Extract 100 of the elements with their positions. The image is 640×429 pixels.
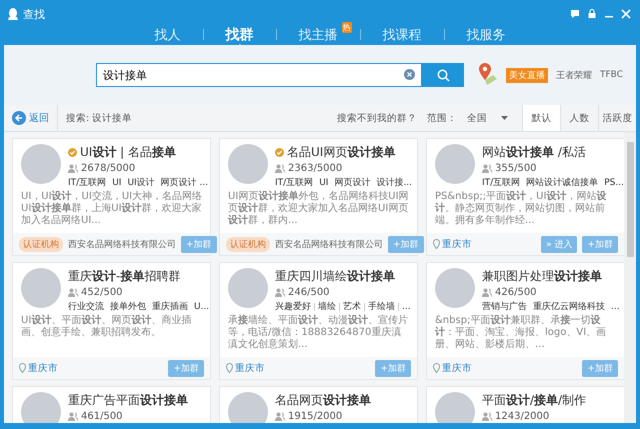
- close-icon[interactable]: [620, 8, 632, 20]
- nav-tab[interactable]: 找主播 热: [276, 24, 360, 45]
- group-tag: IT/互联网: [68, 176, 106, 189]
- lock-icon[interactable]: [586, 8, 598, 20]
- back-link[interactable]: 返回: [4, 105, 58, 131]
- member-count: 426/500: [495, 287, 537, 298]
- member-count: 1915/2000: [288, 411, 342, 422]
- group-title: UI设计 | 名品接单: [80, 144, 176, 161]
- group-description: UI网页设计接单外包，名品网络科技UI网页设计群，欢迎大家加入名品网络UI网页设计群，群内...: [226, 190, 410, 227]
- range-dropdown[interactable]: 全国: [467, 112, 508, 124]
- group-title: 平面设计/接单/制作: [482, 392, 586, 409]
- location-pin-icon: [433, 239, 440, 249]
- sort-tab[interactable]: 人数: [560, 105, 598, 131]
- members-icon: [482, 412, 492, 421]
- group-description: &nbsp;平面设计兼职群、承接一切设计：平面、淘宝、海报、logo、VI、画册、网站、影楼后期、...: [434, 314, 608, 351]
- location-text: 重庆市: [442, 238, 472, 250]
- sort-tab[interactable]: 默认: [522, 105, 560, 131]
- members-icon: [68, 412, 78, 421]
- group-avatar-placeholder: [228, 392, 268, 423]
- members-icon: [482, 164, 492, 173]
- group-tag: 墙绘: [318, 300, 336, 313]
- nav-tab[interactable]: 找群: [204, 24, 276, 45]
- app-logo-icon: [8, 8, 18, 20]
- organization-name: 西安名品网络科技有限公司: [275, 238, 383, 250]
- group-avatar-placeholder: [21, 392, 61, 423]
- group-tag: UI: [319, 178, 328, 188]
- group-tag: 重庆亿云网络科技: [533, 300, 605, 313]
- member-count: 461/500: [81, 411, 123, 422]
- clear-icon[interactable]: [404, 69, 415, 80]
- group-tag: U...: [194, 302, 210, 312]
- group-tag: IT/互联网: [482, 176, 520, 189]
- group-tag: 兴趣爱好: [275, 300, 311, 313]
- hot-search-link[interactable]: TFBC: [600, 70, 623, 80]
- group-tag: IT/互联网: [275, 176, 314, 189]
- search-icon: [436, 68, 450, 82]
- certified-badge: 认证机构: [19, 236, 63, 252]
- group-tag: PS...: [604, 178, 624, 188]
- group-avatar-placeholder: [435, 144, 475, 184]
- certified-badge: 认证机构: [226, 236, 270, 252]
- group-tag: UI设计: [127, 176, 155, 189]
- sort-tab[interactable]: 活跃度: [598, 105, 636, 131]
- caret-icon: [501, 116, 508, 120]
- group-card[interactable]: 名品网页设计接单 1915/2000: [219, 386, 418, 423]
- nav-tab[interactable]: 找课程: [360, 24, 444, 45]
- location-text: 重庆市: [28, 362, 58, 374]
- group-title: 重庆四川墙绘设计接单: [275, 268, 395, 285]
- group-tag: ...: [611, 302, 620, 312]
- hot-search-link[interactable]: 王者荣耀: [556, 68, 592, 82]
- search-query-text: 搜索: 设计接单: [65, 112, 134, 124]
- group-tag: 营销与广告: [482, 300, 527, 313]
- group-card[interactable]: 平面设计/接单/制作 1243/2000: [426, 386, 624, 423]
- search-button[interactable]: [422, 63, 464, 87]
- nav-tab[interactable]: 找人: [132, 24, 202, 45]
- scrollbar[interactable]: [624, 132, 636, 423]
- members-icon: [275, 164, 285, 173]
- window-title: 查找: [23, 6, 45, 22]
- member-count: 2363/5000: [288, 163, 342, 174]
- location-text: 重庆市: [442, 362, 472, 374]
- members-icon: [68, 164, 78, 173]
- nav-tab[interactable]: 找服务: [444, 24, 528, 45]
- location-text: 重庆市: [235, 362, 265, 374]
- members-icon: [275, 412, 285, 421]
- map-pin-icon[interactable]: [478, 63, 498, 87]
- feedback-icon[interactable]: [569, 8, 581, 20]
- group-description: 承接墙绘、平面设计、动漫设计、宣传片等，电话/微信：18883264870重庆滇滇文化创意策划...: [227, 314, 409, 351]
- group-card[interactable]: 兼职图片处理设计接单 426/500 营销与广告 重庆亿云网络科技 ... &nbsp;平面设计兼职群、承接一切设计：平面、淘宝、海报、logo、VI、画册、网站、影楼后期、... 重庆市 +加群: [426, 262, 624, 380]
- group-tag: 网页设计 ...: [160, 176, 208, 189]
- group-title: 重庆设计-接单招聘群: [68, 268, 180, 285]
- members-icon: [482, 288, 492, 297]
- location-pin-icon: [433, 363, 440, 373]
- search-field[interactable]: 设计接单: [96, 63, 422, 87]
- group-tag: 接单外包: [110, 300, 146, 313]
- group-tag: 手绘墙: [368, 300, 395, 313]
- group-description: UI，UI设计，UI交流，UI大神，名品网络UI设计接单群，上海UI设计群，欢迎大家加入名品网络UI...: [20, 190, 204, 227]
- group-title: 名品网页设计接单: [275, 392, 371, 409]
- group-title: 网站设计接单 /私活: [482, 144, 586, 161]
- member-count: 1243/2000: [495, 411, 550, 422]
- group-description: PS&nbsp;;平面设计，UI设计，网站设计。静态网页制作，网站切图，网站前端。拥有多年制作经...: [434, 190, 608, 227]
- group-avatar-placeholder: [435, 392, 475, 423]
- group-title: 兼职图片处理设计接单: [482, 268, 602, 285]
- group-tag: 行业交流: [68, 300, 104, 313]
- group-title: 重庆广告平面设计接单: [68, 392, 188, 409]
- group-avatar-placeholder: [228, 268, 268, 308]
- group-avatar-placeholder: [21, 144, 61, 184]
- group-tag: 网页设计: [334, 176, 370, 189]
- group-card[interactable]: 重庆设计-接单招聘群 452/500 行业交流 接单外包 重庆插画 U... UI设计、平面设计、网页设计、商业插画、创意手绘、兼职招聘发布。 重庆市 +加群: [12, 262, 211, 380]
- organization-name: 西安名品网络科技有限公司: [68, 238, 176, 250]
- member-count: 355/500: [495, 163, 537, 174]
- group-avatar-placeholder: [228, 144, 268, 184]
- group-title: 名品UI网页设计接单: [287, 144, 396, 161]
- members-icon: [275, 288, 285, 297]
- group-tag: 艺术: [343, 300, 361, 313]
- group-tag: 设计接...: [376, 176, 412, 189]
- hot-badge: 热: [342, 22, 352, 33]
- group-card[interactable]: 重庆四川墙绘设计接单 246/500 兴趣爱好 墙绘 艺术 手绘墙 ... 承接墙绘、平面设计、动漫设计、宣传片等，电话/微信：18883264870重庆滇滇文化创意策划... 重庆市 +加群: [219, 262, 418, 380]
- group-tag: 重庆插画: [152, 300, 188, 313]
- location-pin-icon: [19, 363, 26, 373]
- group-description: UI设计、平面设计、网页设计、商业插画、创意手绘、兼职招聘发布。: [20, 314, 192, 339]
- help-link[interactable]: 搜索不到我的群？: [337, 112, 417, 124]
- group-card[interactable]: 重庆广告平面设计接单 461/500: [12, 386, 211, 423]
